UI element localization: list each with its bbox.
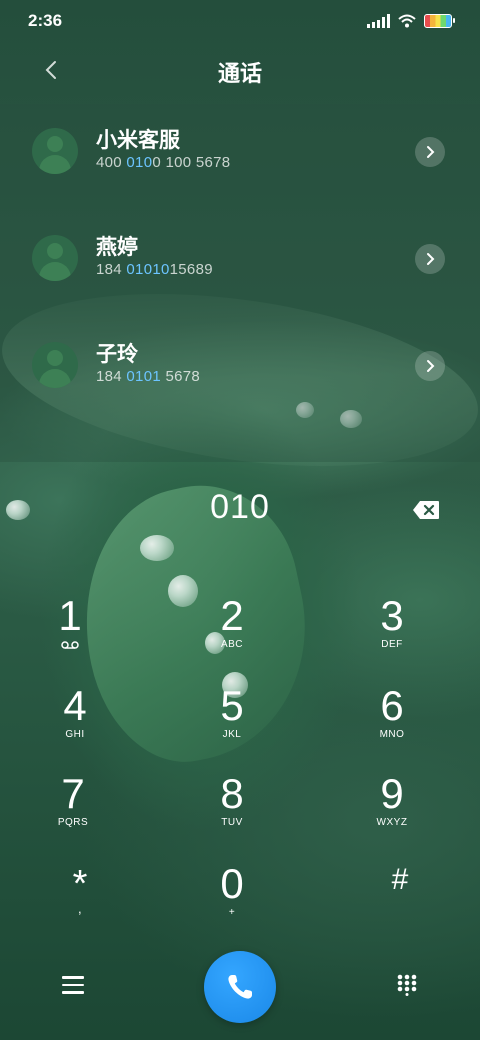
key-3[interactable]: 3 DEF bbox=[337, 595, 447, 675]
header: 通话 bbox=[0, 42, 480, 104]
key-5[interactable]: 5 JKL bbox=[177, 685, 287, 765]
chevron-right-icon bbox=[427, 253, 435, 265]
water-drop bbox=[140, 535, 174, 561]
status-icons bbox=[367, 14, 455, 28]
key-7[interactable]: 7 PQRS bbox=[18, 773, 128, 853]
contact-name: 燕婷 bbox=[96, 236, 138, 259]
menu-icon[interactable] bbox=[62, 976, 84, 994]
key-4[interactable]: 4 GHI bbox=[20, 685, 130, 765]
contact-detail-button[interactable] bbox=[415, 137, 445, 167]
contact-number: 400 0100 100 5678 bbox=[96, 154, 231, 171]
key-star[interactable]: * , bbox=[25, 863, 135, 943]
avatar bbox=[32, 342, 78, 388]
avatar bbox=[32, 235, 78, 281]
status-time: 2:36 bbox=[28, 11, 63, 30]
key-9[interactable]: 9 WXYZ bbox=[337, 773, 447, 853]
voicemail-icon bbox=[61, 641, 79, 649]
contact-name: 小米客服 bbox=[96, 129, 180, 152]
key-6[interactable]: 6 MNO bbox=[337, 685, 447, 765]
contact-item[interactable]: 子玲 184 0101 5678 bbox=[0, 318, 480, 398]
dialed-number-display: 010 bbox=[210, 488, 270, 526]
contact-detail-button[interactable] bbox=[415, 244, 445, 274]
wifi-icon bbox=[398, 14, 416, 28]
contact-detail-button[interactable] bbox=[415, 351, 445, 381]
contact-suggestions-list: 小米客服 400 0100 100 5678 燕婷 184 0101015689… bbox=[0, 104, 480, 462]
contact-name: 子玲 bbox=[96, 343, 138, 366]
avatar bbox=[32, 128, 78, 174]
bottom-bar bbox=[0, 948, 480, 1024]
contact-number: 184 0101 5678 bbox=[96, 368, 201, 385]
key-1[interactable]: 1 bbox=[15, 595, 125, 675]
contact-item[interactable]: 燕婷 184 0101015689 bbox=[0, 211, 480, 291]
chevron-right-icon bbox=[427, 360, 435, 372]
page-title: 通话 bbox=[217, 61, 262, 86]
chevron-right-icon bbox=[427, 146, 435, 158]
call-button[interactable] bbox=[204, 951, 276, 1023]
battery-icon bbox=[424, 14, 455, 28]
dialpad-icon[interactable] bbox=[397, 974, 417, 996]
key-8[interactable]: 8 TUV bbox=[177, 773, 287, 853]
backspace-icon[interactable] bbox=[412, 500, 440, 520]
key-2[interactable]: 2 ABC bbox=[177, 595, 287, 675]
phone-icon bbox=[228, 975, 252, 999]
contact-item[interactable]: 小米客服 400 0100 100 5678 bbox=[0, 104, 480, 184]
key-hash[interactable]: # bbox=[345, 863, 455, 943]
signal-icon bbox=[367, 14, 390, 28]
contact-number: 184 0101015689 bbox=[96, 261, 213, 278]
key-0[interactable]: 0 + bbox=[177, 863, 287, 943]
status-bar: 2:36 bbox=[0, 0, 480, 42]
